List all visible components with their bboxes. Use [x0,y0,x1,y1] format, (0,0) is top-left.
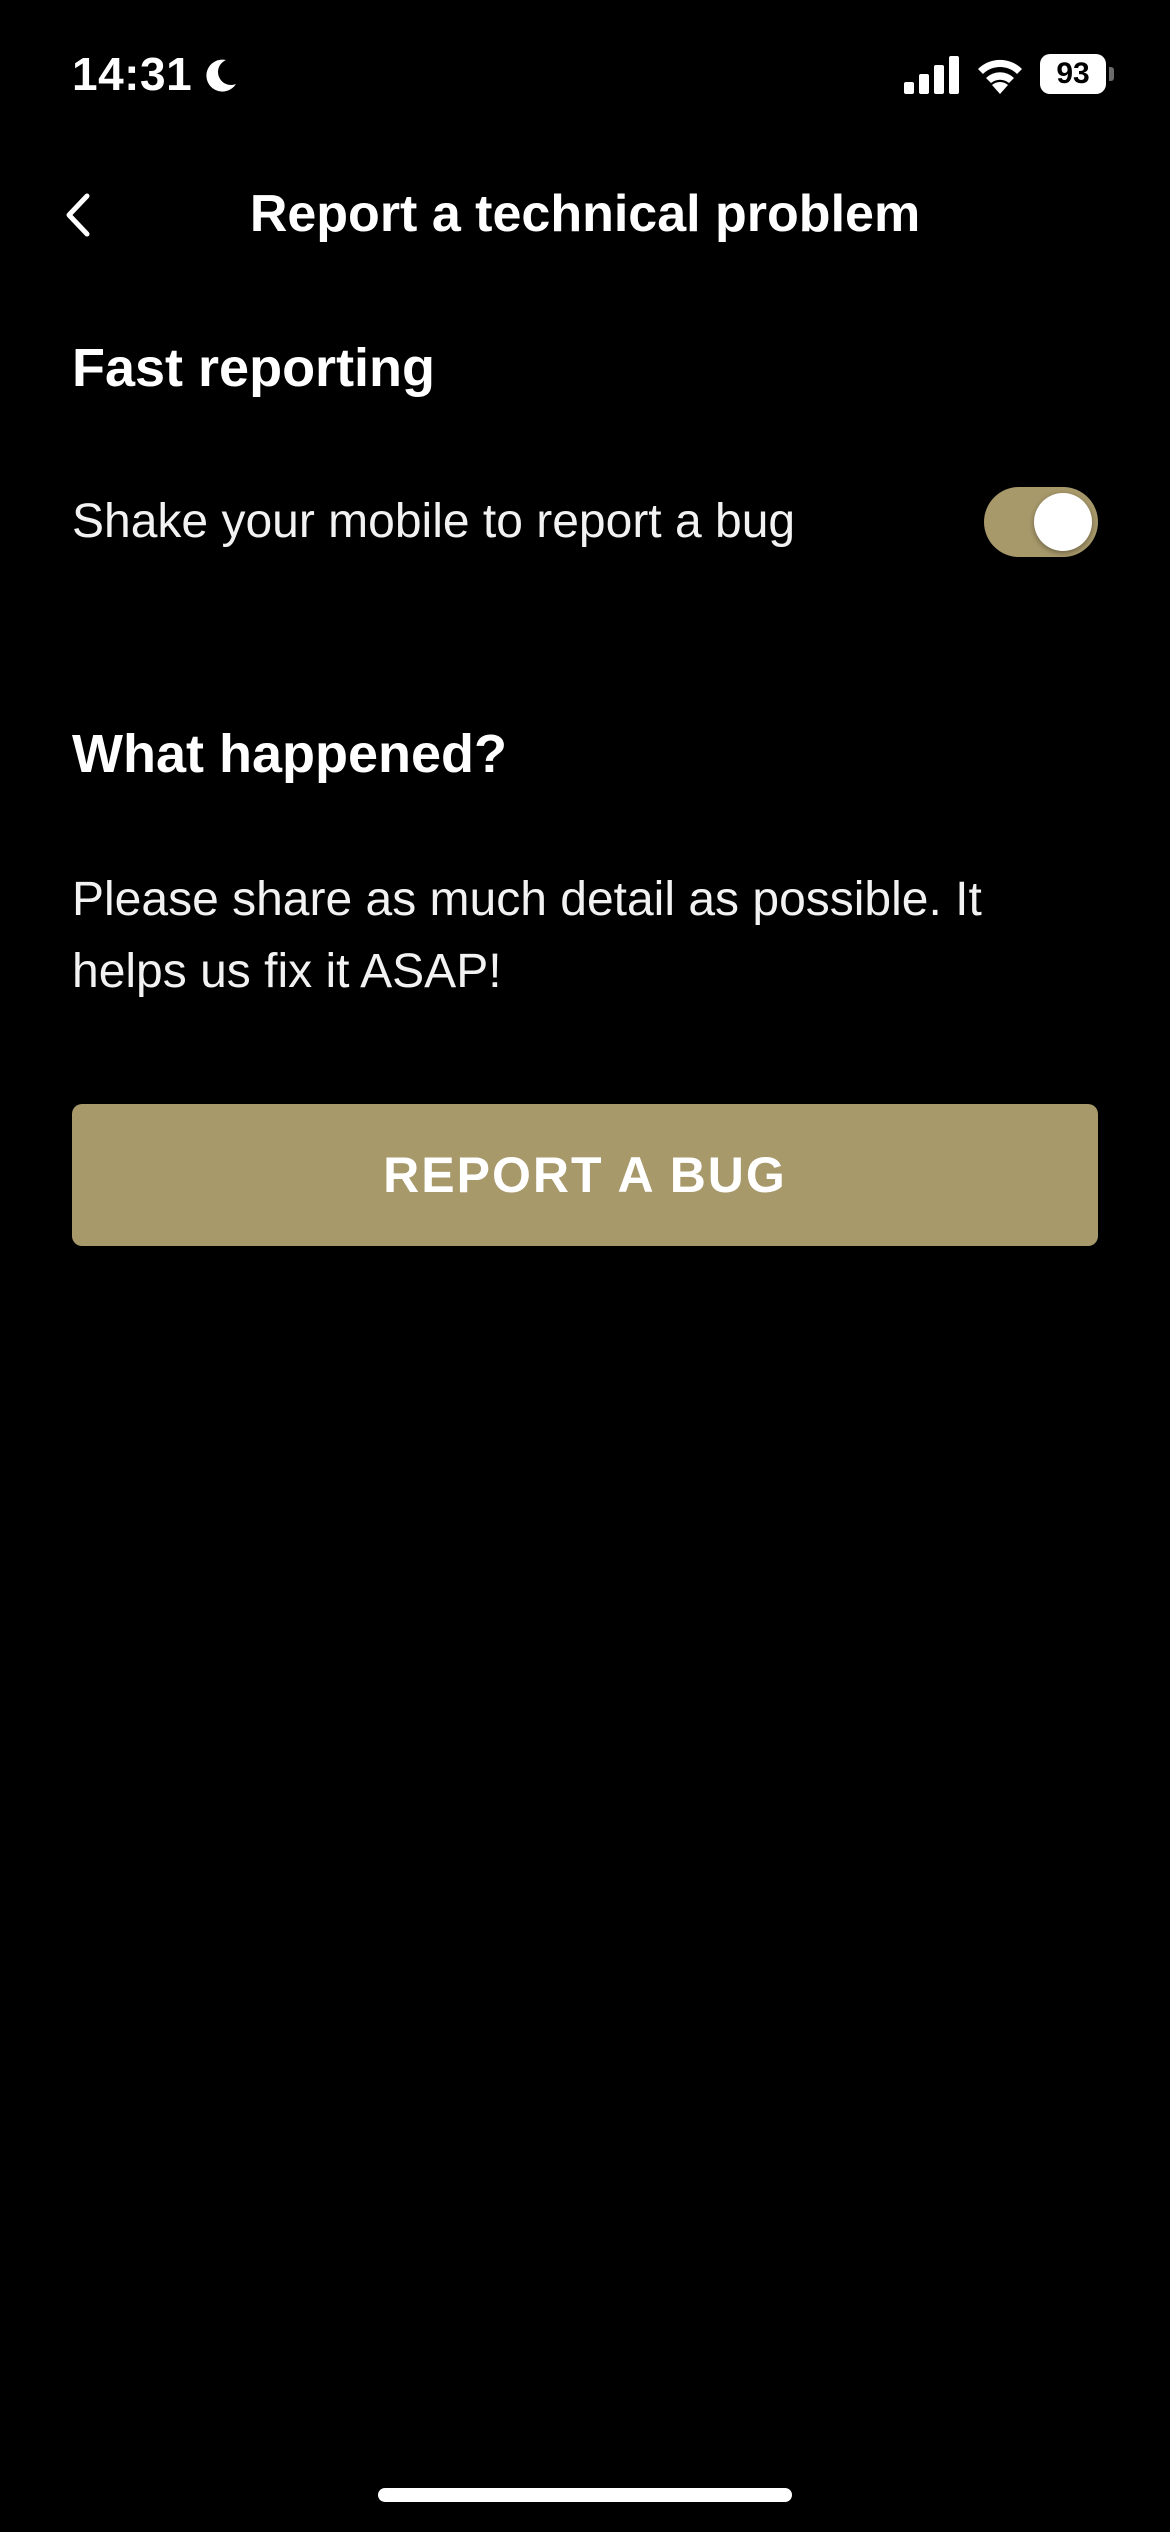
what-happened-description: Please share as much detail as possible.… [72,873,982,998]
signal-icon [904,56,959,94]
status-time: 14:31 [72,48,193,100]
what-happened-title: What happened? [72,724,507,784]
moon-icon [206,59,236,92]
shake-to-report-toggle[interactable] [984,487,1098,557]
battery-tip [1109,67,1114,81]
battery-level: 93 [1040,54,1106,94]
page-title: Report a technical problem [249,185,921,243]
report-bug-button[interactable]: REPORT A BUG [72,1104,1098,1246]
battery-icon: 93 [1040,54,1114,94]
fast-reporting-title: Fast reporting [72,338,436,398]
home-indicator [378,2488,792,2502]
shake-to-report-row: Shake your mobile to report a bug [72,480,1098,564]
wifi-icon [978,59,1022,94]
status-bar: 14:31 93 [0,0,1170,150]
toggle-knob [1034,493,1092,551]
shake-to-report-label: Shake your mobile to report a bug [72,495,796,548]
nav-header: Report a technical problem [0,160,1170,270]
